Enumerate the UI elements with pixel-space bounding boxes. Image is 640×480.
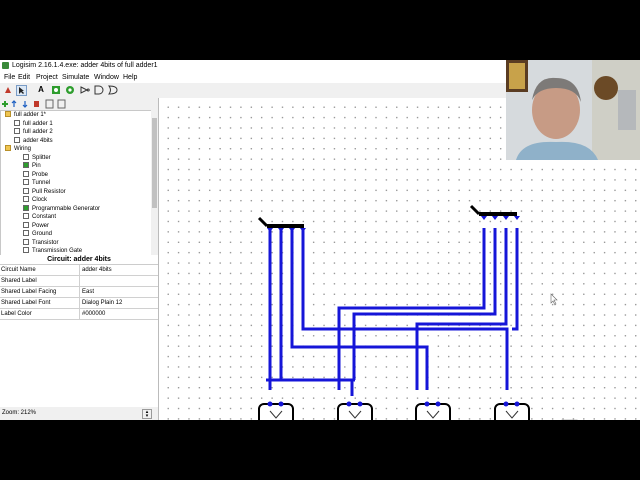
tree-item-label: Splitter — [32, 154, 51, 161]
tree-item-label: Programmable Generator — [32, 205, 101, 212]
circuit-icon — [14, 136, 20, 143]
attr-key: Circuit Name — [1, 267, 36, 273]
folder-icon — [5, 111, 11, 117]
splitter-right[interactable] — [469, 204, 520, 220]
tree-item[interactable]: adder 4bits — [14, 136, 53, 145]
and-gate-icon[interactable] — [94, 85, 104, 95]
folder-icon — [5, 145, 11, 151]
tree-item-label: Power — [32, 222, 50, 229]
attr-row[interactable]: Circuit Name adder 4bits — [0, 265, 158, 276]
tree-item[interactable]: Pull Resistor — [23, 187, 66, 196]
menu-edit[interactable]: Edit — [18, 74, 30, 81]
poke-tool-icon[interactable] — [3, 85, 13, 95]
or-gate-icon[interactable] — [108, 85, 118, 95]
explorer-toolbar — [0, 98, 158, 110]
attribute-table: Circuit: adder 4bits Circuit Name adder 4… — [0, 255, 158, 407]
attr-value[interactable] — [79, 276, 156, 286]
pull-resistor-icon — [23, 187, 29, 194]
tree-item-label: Constant — [32, 214, 57, 220]
ground-icon — [23, 230, 29, 236]
attr-value[interactable]: #000000 — [79, 309, 156, 319]
attr-key: Shared Label — [1, 278, 37, 284]
attribute-header: Circuit: adder 4bits — [0, 255, 158, 265]
full-adder-blocks — [258, 403, 530, 420]
constant-icon — [23, 213, 29, 219]
menu-help[interactable]: Help — [123, 74, 137, 81]
tree-item[interactable]: full adder 2 — [14, 128, 53, 136]
tree-item-label: full adder 1* — [14, 112, 47, 118]
probe-icon — [23, 170, 29, 177]
menu-window[interactable]: Window — [94, 74, 119, 81]
left-panel: full adder 1* full adder 1 full adder 2 add… — [0, 98, 158, 419]
mouse-cursor-icon — [550, 293, 558, 306]
tree-item-label: Ground — [32, 231, 53, 237]
tree-item[interactable]: full adder 1* — [5, 111, 46, 119]
window-title: Logisim 2.16.1.4.exe: adder 4bits of ful… — [12, 62, 158, 69]
tree-item[interactable]: full adder 1 — [14, 119, 53, 128]
tree-item-label: Probe — [32, 171, 49, 178]
tree-item[interactable]: Programmable Generator — [23, 204, 101, 213]
tree-item[interactable]: Clock — [23, 196, 47, 204]
tree-item-label: full adder 2 — [23, 129, 53, 135]
tunnel-icon — [23, 179, 29, 185]
add-output-icon[interactable] — [65, 85, 75, 95]
zoom-bar: Zoom: 212% ▴ ▾ — [0, 408, 158, 419]
circuit-icon — [14, 128, 20, 134]
tree-item[interactable]: Wiring — [5, 145, 31, 153]
zoom-label: Zoom: 212% — [2, 410, 37, 416]
select-tool-icon[interactable] — [16, 85, 27, 96]
tree-item[interactable]: Pin — [23, 162, 41, 170]
tree-item-label: full adder 1 — [23, 120, 53, 127]
tree-item[interactable]: Constant — [23, 213, 56, 221]
splitter-left[interactable] — [257, 216, 306, 232]
splitter-icon — [23, 153, 29, 160]
circuit-icon — [14, 119, 20, 126]
clock-icon — [23, 196, 29, 202]
attr-row[interactable]: Label Color #000000 — [0, 309, 158, 320]
text-tool-icon[interactable]: A — [36, 85, 46, 95]
attr-row[interactable]: Shared Label Font Dialog Plain 12 — [0, 298, 158, 309]
tree-item-label: Wiring — [14, 146, 32, 152]
transistor-icon — [23, 238, 29, 245]
generator-icon — [23, 204, 29, 211]
tree-item[interactable]: Tunnel — [23, 179, 50, 187]
transmission-gate-icon — [23, 247, 29, 253]
tree-item[interactable]: Ground — [23, 230, 52, 238]
tree-item-label: Pull Resistor — [32, 188, 66, 195]
logisim-app-icon — [2, 62, 9, 69]
attr-value[interactable]: East — [79, 287, 156, 297]
tree-item[interactable]: Splitter — [23, 153, 51, 162]
attr-key: Shared Label Facing — [1, 289, 57, 295]
webcam-overlay — [506, 60, 640, 160]
attr-row[interactable]: Shared Label Facing East — [0, 287, 158, 298]
presenter-video — [506, 60, 640, 160]
tree-item-label: Tunnel — [32, 180, 51, 186]
not-gate-icon[interactable] — [80, 85, 90, 95]
attr-row[interactable]: Shared Label — [0, 276, 158, 287]
bus-wires — [266, 228, 519, 396]
menu-project[interactable]: Project — [36, 74, 58, 81]
attr-key: Label Color — [1, 311, 32, 317]
tree-item-label: Transmission Gate — [32, 248, 83, 254]
tree-item-label: Pin — [32, 163, 41, 169]
tree-item[interactable]: Power — [23, 221, 50, 230]
tree-item-label: Clock — [32, 197, 48, 203]
explorer-scrollbar[interactable] — [151, 110, 158, 255]
pin-icon — [23, 162, 29, 168]
tree-item-label: adder 4bits — [23, 137, 53, 144]
tree-item[interactable]: Transistor — [23, 238, 59, 247]
scrollbar-thumb[interactable] — [152, 118, 157, 208]
tree-item[interactable]: Transmission Gate — [23, 247, 82, 255]
zoom-spinner[interactable]: ▴ ▾ — [142, 409, 152, 419]
menu-file[interactable]: File — [4, 74, 15, 81]
attr-value[interactable]: Dialog Plain 12 — [79, 298, 156, 308]
power-icon — [23, 221, 29, 228]
tree-item[interactable]: Probe — [23, 170, 49, 179]
add-pin-icon[interactable] — [51, 85, 61, 95]
explorer-tree: full adder 1* full adder 1 full adder 2 add… — [0, 110, 152, 257]
tree-item-label: Transistor — [32, 239, 59, 246]
menu-simulate[interactable]: Simulate — [62, 74, 89, 81]
attr-key: Shared Label Font — [1, 300, 51, 306]
attr-value[interactable]: adder 4bits — [79, 265, 156, 275]
